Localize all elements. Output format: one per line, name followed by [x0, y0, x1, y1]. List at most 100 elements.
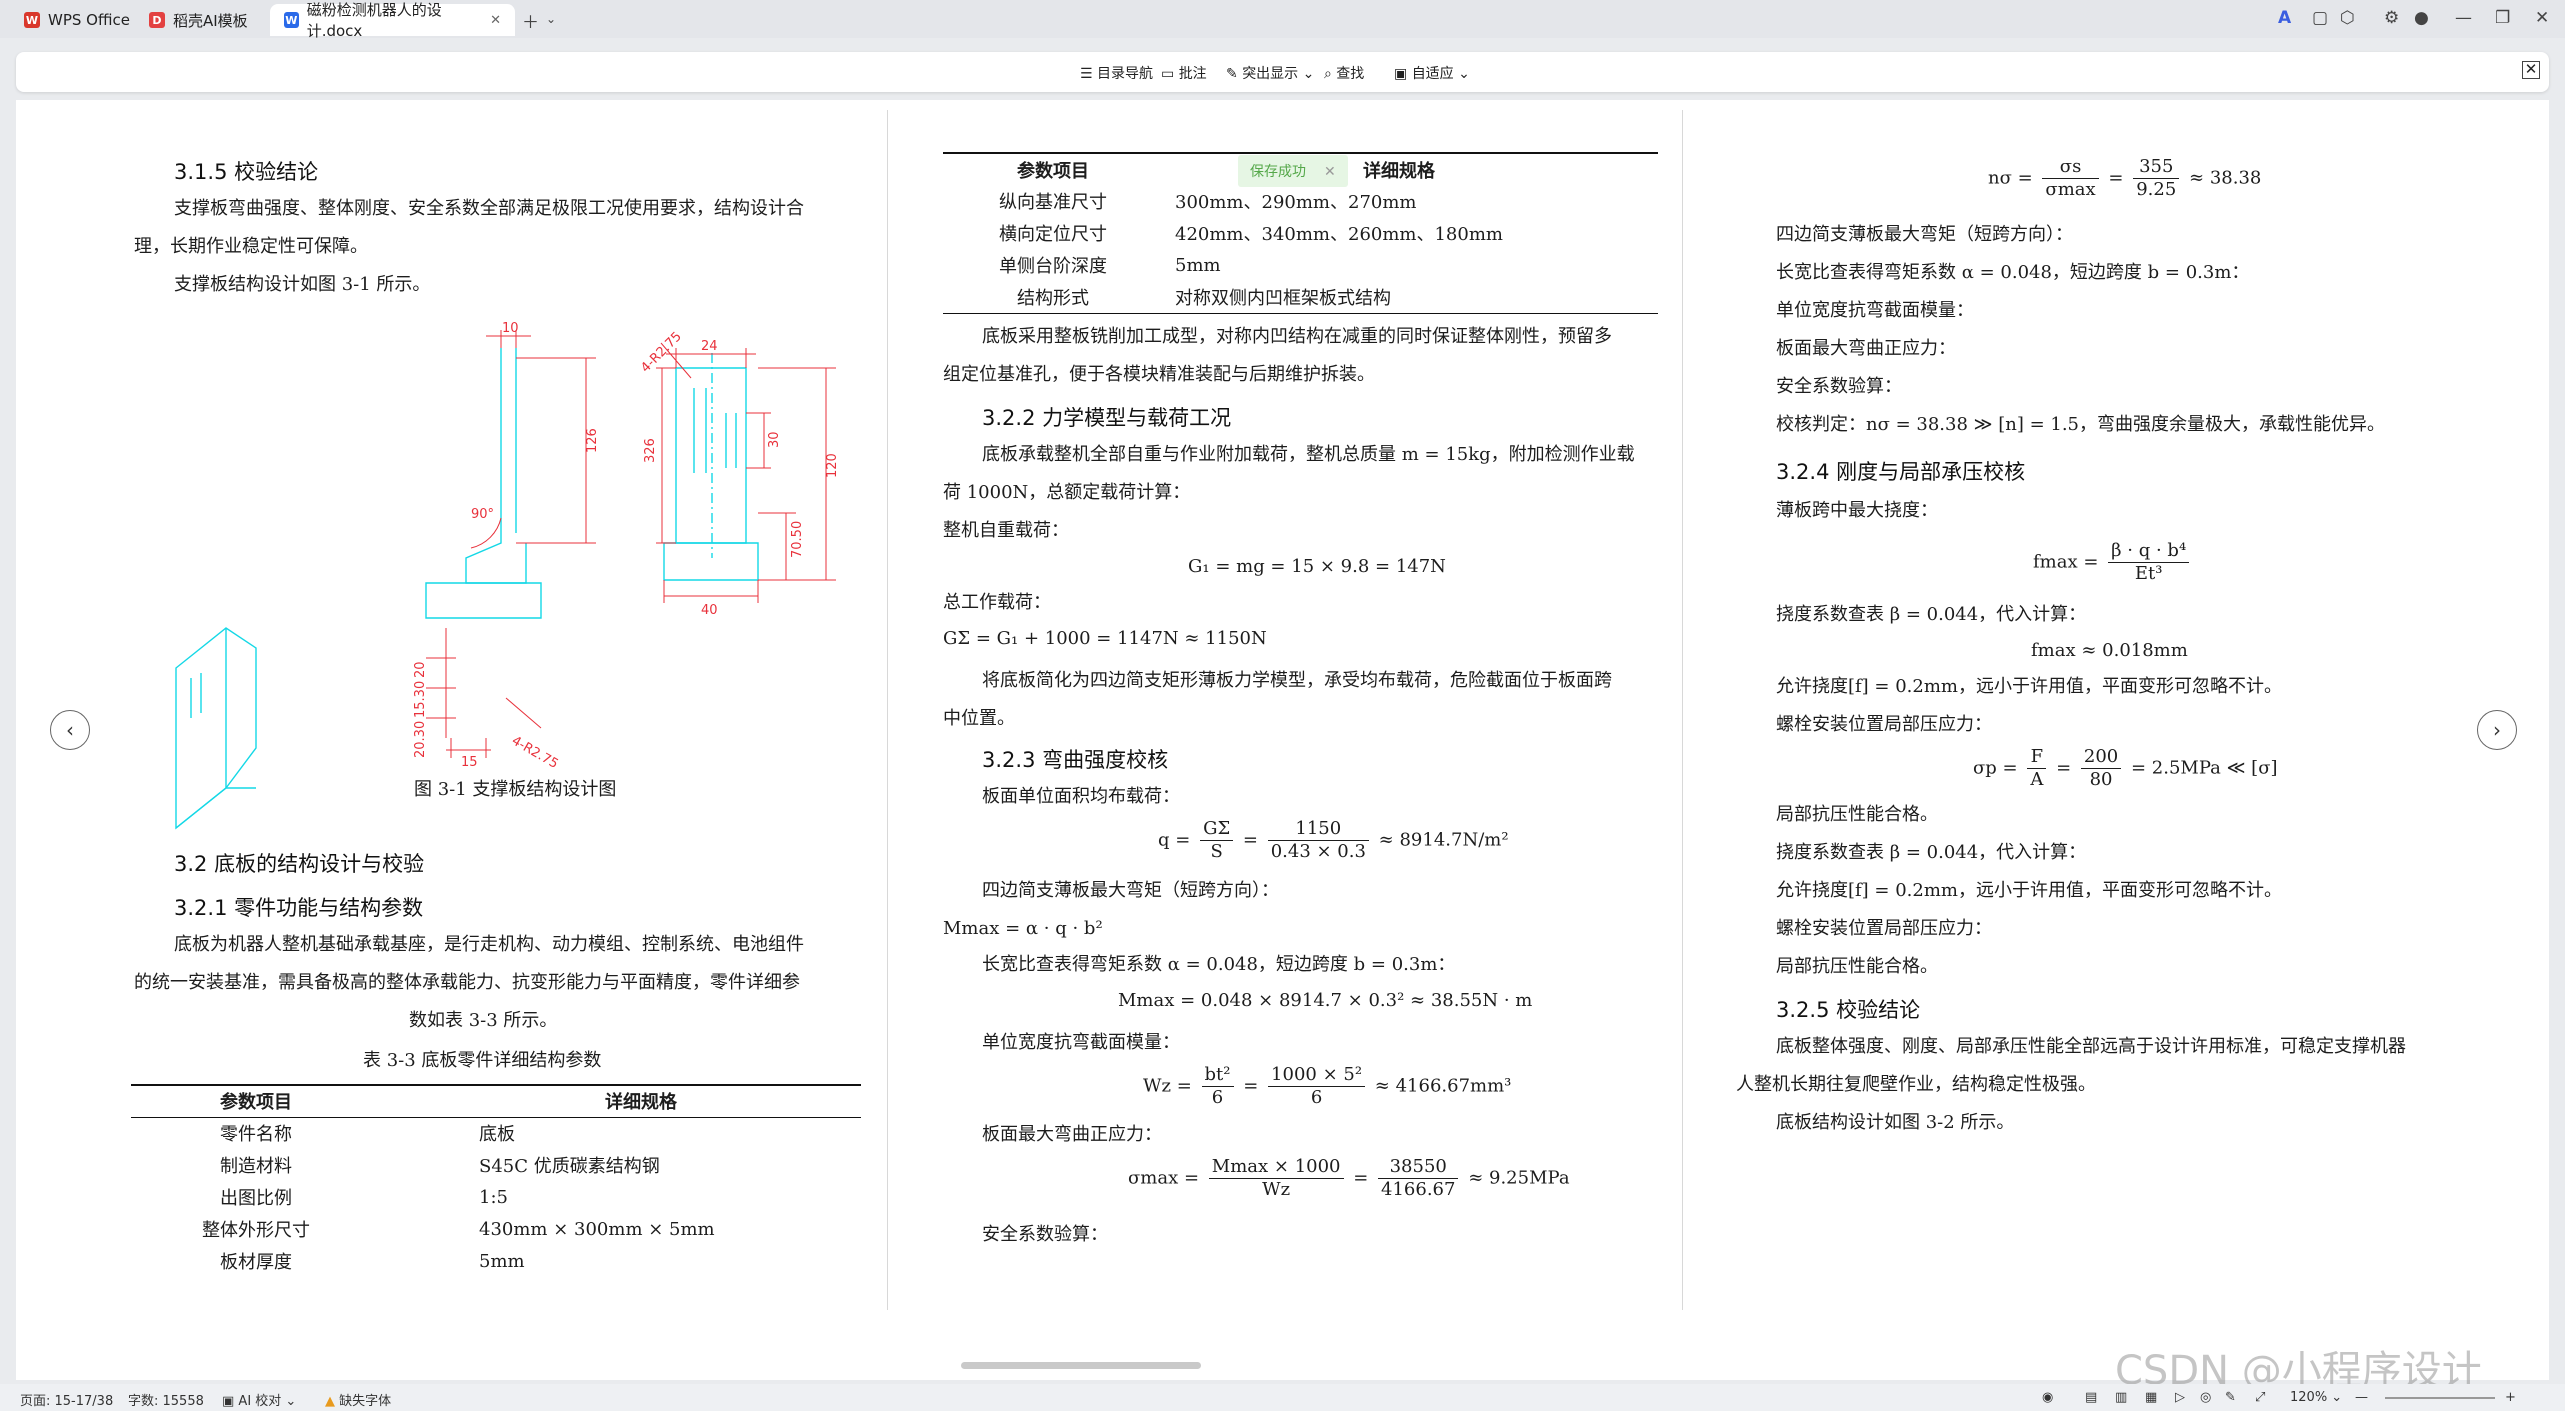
paragraph: 的统一安装基准，需具备极高的整体承载能力、抗变形能力与平面精度，零件详细参: [134, 972, 800, 993]
chevron-down-icon[interactable]: ⌄: [546, 12, 556, 26]
paragraph: 组定位基准孔，便于各模块精准装配与后期维护拆装。: [943, 364, 1375, 385]
tab-bar: W WPS Office D 稻壳AI模板 W 磁粉检测机器人的设计.docx …: [0, 0, 2565, 40]
paragraph: 理，长期作业稳定性可保障。: [134, 236, 368, 257]
next-page-button[interactable]: ›: [2477, 710, 2517, 750]
tab-docer-ai[interactable]: D 稻壳AI模板: [135, 4, 262, 36]
fit-icon[interactable]: ⤢: [2255, 1390, 2265, 1405]
paragraph: 底板为机器人整机基础承载基座，是行走机构、动力模组、控制系统、电池组件: [174, 934, 804, 955]
equation: GΣ = G₁ + 1000 = 1147N ≈ 1150N: [943, 628, 1267, 649]
page-column-2: 参数项目 详细规格 纵向基准尺寸 300mm、290mm、270mm 横向定位尺寸…: [888, 100, 1682, 1300]
paragraph: 整机自重载荷：: [943, 520, 1069, 541]
fit-button[interactable]: ▣ 自适应 ⌄: [1394, 63, 1470, 83]
paragraph: 局部抗压性能合格。: [1776, 956, 1938, 977]
dim-label: 20.30: [413, 721, 428, 758]
equation: σp = FA = 200 80 = 2.5MPa ≪ [σ]: [1973, 746, 2278, 790]
highlight-icon: ✎: [1226, 66, 1243, 82]
heading-3-1-5: 3.1.5 校验结论: [174, 160, 319, 184]
heading-3-2-5: 3.2.5 校验结论: [1776, 998, 1921, 1022]
prev-page-button[interactable]: ‹: [50, 710, 90, 750]
paragraph: 薄板跨中最大挠度：: [1776, 500, 1938, 521]
reading-toolbar: ☰ 目录导航 ▭ 批注 ✎ 突出显示 ⌄ ⌕ 查找 ▣ 自适应 ⌄ ✕: [16, 52, 2549, 92]
cube-icon[interactable]: ⬡: [2340, 8, 2355, 28]
horizontal-scrollbar[interactable]: [961, 1362, 1201, 1369]
window-icon[interactable]: ▢: [2312, 8, 2328, 28]
equation: Wz = bt² 6 = 1000 × 5² 6 ≈ 4166.67mm³: [1143, 1064, 1512, 1108]
exit-reading-icon[interactable]: ✕: [2522, 61, 2540, 79]
settings-icon[interactable]: ⚙: [2384, 8, 2399, 28]
restore-icon[interactable]: ❐: [2495, 8, 2510, 28]
paragraph: 长宽比查表得弯矩系数 α = 0.048，短边跨度 b = 0.3m：: [982, 954, 1456, 975]
paragraph: 底板承载整机全部自重与作业附加载荷，整机总质量 m = 15kg，附加检测作业载: [982, 444, 1635, 465]
paragraph: 将底板简化为四边简支矩形薄板力学模型，承受均布载荷，危险截面位于板面跨: [982, 670, 1612, 691]
paragraph: 螺栓安装位置局部压应力：: [1776, 714, 1992, 735]
dim-label: 326: [643, 438, 658, 463]
paragraph: 支撑板结构设计如图 3-1 所示。: [174, 274, 431, 295]
zoom-slider[interactable]: [2385, 1397, 2495, 1399]
zoom-level[interactable]: 120% ⌄: [2290, 1390, 2342, 1405]
table-row: 横向定位尺寸 420mm、340mm、260mm、180mm: [999, 224, 1503, 245]
tab-wps-office[interactable]: W WPS Office: [10, 4, 144, 36]
paragraph: 数如表 3-3 所示。: [409, 1010, 558, 1031]
outline-view-icon[interactable]: ▥: [2115, 1390, 2127, 1405]
play-icon[interactable]: ▷: [2175, 1390, 2185, 1405]
pen-icon[interactable]: ✎: [2225, 1390, 2236, 1405]
toc-nav-button[interactable]: ☰ 目录导航: [1080, 63, 1153, 83]
avatar[interactable]: ●: [2414, 8, 2429, 28]
find-button[interactable]: ⌕ 查找: [1324, 63, 1364, 83]
paragraph: 底板整体强度、刚度、局部承压性能全部远高于设计许用标准，可稳定支撑机器: [1776, 1036, 2406, 1057]
paragraph: 允许挠度[f] = 0.2mm，远小于许用值，平面变形可忽略不计。: [1776, 676, 2282, 697]
paragraph: 校核判定：nσ = 38.38 ≫ [n] = 1.5，弯曲强度余量极大，承载性…: [1776, 414, 2386, 435]
chevron-right-icon: ›: [2493, 718, 2501, 742]
zoom-out-icon[interactable]: —: [2355, 1390, 2368, 1405]
paragraph: 板面最大弯曲正应力：: [982, 1124, 1162, 1145]
paragraph: 荷 1000N，总额定载荷计算：: [943, 482, 1191, 503]
close-icon[interactable]: ✕: [490, 13, 501, 28]
paragraph: 螺栓安装位置局部压应力：: [1776, 918, 1992, 939]
highlight-button[interactable]: ✎ 突出显示 ⌄: [1226, 63, 1314, 83]
page-view-icon[interactable]: ▤: [2085, 1390, 2097, 1405]
tab-document[interactable]: W 磁粉检测机器人的设计.docx ✕: [270, 1, 515, 40]
minimize-icon[interactable]: —: [2455, 8, 2472, 28]
paragraph: 中位置。: [943, 708, 1015, 729]
word-count[interactable]: 字数: 15558: [128, 1390, 204, 1409]
eye-icon[interactable]: ◉: [2042, 1390, 2053, 1405]
page-indicator[interactable]: 页面: 15-17/38: [20, 1390, 113, 1409]
docer-icon: D: [149, 12, 165, 28]
paragraph: 底板结构设计如图 3-2 所示。: [1776, 1112, 2015, 1133]
bottom-plate-params-table: 参数项目 详细规格 零件名称 底板 制造材料 S45C 优质碳素结构钢 出图比例 1:…: [131, 1084, 861, 1277]
ai-icon[interactable]: A: [2278, 8, 2291, 28]
paragraph: 板面最大弯曲正应力：: [1776, 338, 1956, 359]
close-window-icon[interactable]: ✕: [2535, 8, 2549, 28]
web-view-icon[interactable]: ▦: [2145, 1390, 2157, 1405]
new-tab-icon[interactable]: ＋: [522, 8, 539, 33]
paragraph: 挠度系数查表 β = 0.044，代入计算：: [1776, 842, 2087, 863]
table-row: 结构形式 对称双侧内凹框架板式结构: [1017, 287, 1391, 309]
paragraph: 单位宽度抗弯截面模量：: [982, 1032, 1180, 1053]
chevron-left-icon: ‹: [66, 718, 74, 742]
warning-icon: ▲: [325, 1394, 340, 1409]
comment-button[interactable]: ▭ 批注: [1161, 63, 1207, 83]
globe-icon[interactable]: ◎: [2200, 1390, 2211, 1405]
wps-icon: W: [24, 12, 40, 28]
table-row: 单侧台阶深度 5mm: [999, 254, 1221, 278]
close-icon[interactable]: ✕: [1324, 164, 1336, 180]
paragraph: 安全系数验算：: [1776, 376, 1902, 397]
paragraph: 四边简支薄板最大弯矩（短跨方向）：: [1776, 224, 2073, 245]
dim-label: 90°: [471, 507, 494, 522]
missing-font-button[interactable]: ▲ 缺失字体: [325, 1390, 391, 1409]
equation: q = GΣ S = 1150 0.43 × 0.3 ≈ 8914.7N/m²: [1158, 818, 1509, 862]
table-header: 详细规格: [605, 1092, 677, 1114]
heading-3-2-1: 3.2.1 零件功能与结构参数: [174, 896, 424, 920]
document-area: 3.1.5 校验结论 支撑板弯曲强度、整体刚度、安全系数全部满足极限工况使用要求…: [16, 100, 2549, 1380]
comment-icon: ▭: [1161, 66, 1179, 82]
dim-label: 24: [701, 339, 718, 354]
zoom-in-icon[interactable]: +: [2505, 1390, 2516, 1405]
dim-label: 20: [413, 661, 428, 678]
dim-label: 10: [502, 321, 519, 336]
heading-3-2-4: 3.2.4 刚度与局部承压校核: [1776, 460, 2026, 484]
dim-label: 120: [825, 453, 840, 478]
paragraph: 四边简支薄板最大弯矩（短跨方向）：: [982, 880, 1279, 901]
ai-proofread-button[interactable]: ▣ AI 校对 ⌄: [222, 1390, 296, 1409]
equation: σmax = Mmax × 1000 Wz = 38550 4166.67 ≈ 9.…: [1128, 1156, 1570, 1200]
dim-label: 15.30: [413, 681, 428, 718]
